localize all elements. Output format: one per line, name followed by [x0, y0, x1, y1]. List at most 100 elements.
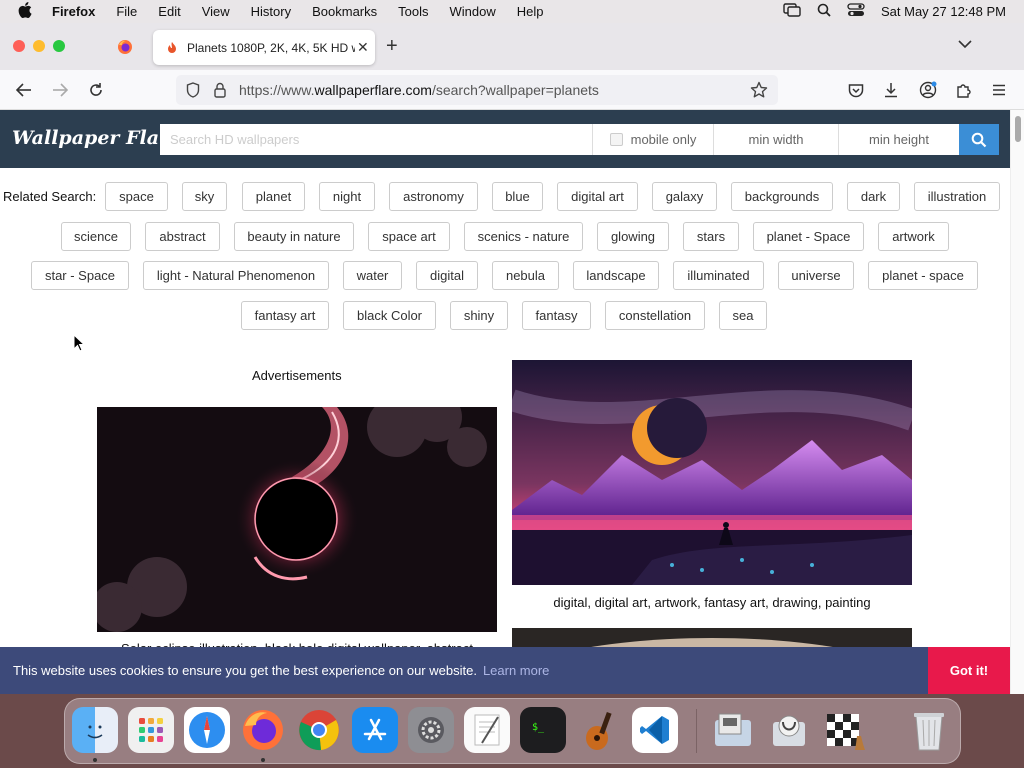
checkbox-icon[interactable]	[609, 133, 623, 146]
tag-sea[interactable]: sea	[719, 301, 767, 330]
tag-water[interactable]: water	[343, 261, 402, 290]
tag-light-natural-phenomenon[interactable]: light - Natural Phenomenon	[143, 261, 329, 290]
tag-star-space[interactable]: star - Space	[31, 261, 129, 290]
vscode-icon[interactable]	[632, 707, 678, 753]
utilities-folder-icon[interactable]	[710, 707, 756, 753]
terminal-icon[interactable]: $_	[520, 707, 566, 753]
tag-blue[interactable]: blue	[492, 182, 543, 211]
tag-space[interactable]: space	[105, 182, 168, 211]
tag-glowing[interactable]: glowing	[597, 222, 669, 251]
min-height-field[interactable]: min height	[838, 124, 959, 155]
tracking-protection-shield-icon[interactable]	[186, 82, 200, 101]
page-scrollbar[interactable]	[1010, 110, 1024, 694]
tag-astronomy[interactable]: astronomy	[389, 182, 478, 211]
tab-list-chevron-icon[interactable]	[958, 37, 972, 52]
tag-illustration[interactable]: illustration	[914, 182, 1000, 211]
tag-digital-art[interactable]: digital art	[557, 182, 638, 211]
trash-icon[interactable]	[906, 707, 952, 753]
menu-edit[interactable]: Edit	[158, 4, 180, 19]
tag-digital[interactable]: digital	[416, 261, 478, 290]
min-width-field[interactable]: min width	[713, 124, 838, 155]
tag-planet[interactable]: planet	[242, 182, 305, 211]
tag-scenics-nature[interactable]: scenics - nature	[464, 222, 583, 251]
menu-history[interactable]: History	[251, 4, 291, 19]
system-preferences-icon[interactable]	[408, 707, 454, 753]
extensions-puzzle-icon[interactable]	[954, 80, 974, 100]
tag-galaxy[interactable]: galaxy	[652, 182, 717, 211]
tag-fantasy[interactable]: fantasy	[522, 301, 591, 330]
wallpaper-thumbnail-fantasy-landscape[interactable]	[512, 360, 912, 585]
hamburger-menu-icon[interactable]	[989, 80, 1009, 100]
spotlight-search-icon[interactable]	[817, 3, 831, 20]
tag-backgrounds[interactable]: backgrounds	[731, 182, 833, 211]
safari-icon[interactable]	[184, 707, 230, 753]
url-text[interactable]: https://www.wallpaperflare.com/search?wa…	[239, 82, 599, 98]
tab-close-icon[interactable]: ✕	[357, 39, 369, 56]
tag-sky[interactable]: sky	[182, 182, 227, 211]
forward-arrow-icon[interactable]	[50, 80, 70, 100]
site-logo[interactable]: Wallpaper Flare	[12, 127, 181, 149]
got-it-button[interactable]: Got it!	[928, 647, 1010, 694]
back-arrow-icon[interactable]	[14, 80, 34, 100]
tag-landscape[interactable]: landscape	[573, 261, 659, 290]
tag-nebula[interactable]: nebula	[492, 261, 559, 290]
downloads-icon[interactable]	[881, 80, 901, 100]
menu-view[interactable]: View	[202, 4, 230, 19]
tag-constellation[interactable]: constellation	[605, 301, 705, 330]
tag-planet-space[interactable]: planet - Space	[753, 222, 864, 251]
tag-universe[interactable]: universe	[778, 261, 854, 290]
menu-help[interactable]: Help	[517, 4, 544, 19]
dock-separator	[696, 709, 697, 753]
tag-illuminated[interactable]: illuminated	[673, 261, 764, 290]
tag-black-color[interactable]: black Color	[343, 301, 436, 330]
tag-shiny[interactable]: shiny	[450, 301, 508, 330]
screen-mirroring-icon[interactable]	[783, 3, 801, 20]
finder-icon[interactable]	[72, 707, 118, 753]
menu-bookmarks[interactable]: Bookmarks	[312, 4, 377, 19]
menu-tools[interactable]: Tools	[398, 4, 428, 19]
bookmark-star-icon[interactable]	[750, 81, 768, 102]
menubar-clock[interactable]: Sat May 27 12:48 PM	[881, 4, 1006, 19]
app-store-icon[interactable]	[352, 707, 398, 753]
chess-icon[interactable]	[822, 707, 868, 753]
search-input[interactable]: Search HD wallpapers	[160, 124, 592, 155]
search-button[interactable]	[959, 124, 999, 155]
tag-planet-space-lower[interactable]: planet - space	[868, 261, 978, 290]
tag-science[interactable]: science	[61, 222, 131, 251]
wallpaper-caption-fantasy-landscape[interactable]: digital, digital art, artwork, fantasy a…	[512, 595, 912, 610]
menu-window[interactable]: Window	[450, 4, 496, 19]
minimize-window-button[interactable]	[33, 40, 45, 52]
firefox-pinned-tab[interactable]	[110, 36, 140, 58]
textedit-icon[interactable]	[464, 707, 510, 753]
tag-abstract[interactable]: abstract	[145, 222, 220, 251]
tag-fantasy-art[interactable]: fantasy art	[241, 301, 329, 330]
account-icon[interactable]	[918, 80, 938, 100]
garageband-icon[interactable]	[576, 707, 622, 753]
scrollbar-thumb[interactable]	[1015, 116, 1021, 142]
mobile-only-checkbox[interactable]: mobile only	[592, 124, 713, 155]
tag-dark[interactable]: dark	[847, 182, 900, 211]
launchpad-icon[interactable]	[128, 707, 174, 753]
chrome-icon[interactable]	[296, 707, 342, 753]
control-center-icon[interactable]	[847, 3, 865, 20]
pocket-icon[interactable]	[846, 80, 866, 100]
close-window-button[interactable]	[13, 40, 25, 52]
menu-file[interactable]: File	[116, 4, 137, 19]
tag-night[interactable]: night	[319, 182, 375, 211]
menu-firefox[interactable]: Firefox	[52, 4, 95, 19]
learn-more-link[interactable]: Learn more	[483, 663, 549, 678]
lock-icon[interactable]	[214, 82, 226, 101]
firefox-dock-icon[interactable]	[240, 707, 286, 753]
wallpaper-thumbnail-black-hole[interactable]	[97, 407, 497, 632]
reload-icon[interactable]	[86, 80, 106, 100]
tag-artwork[interactable]: artwork	[878, 222, 949, 251]
tag-space-art[interactable]: space art	[368, 222, 450, 251]
zoom-window-button[interactable]	[53, 40, 65, 52]
apple-icon[interactable]	[18, 1, 36, 22]
address-bar[interactable]: https://www.wallpaperflare.com/search?wa…	[176, 75, 778, 105]
tag-stars[interactable]: stars	[683, 222, 739, 251]
disk-utility-icon[interactable]	[766, 707, 812, 753]
tag-beauty-in-nature[interactable]: beauty in nature	[234, 222, 354, 251]
new-tab-button[interactable]: +	[386, 35, 398, 58]
tab-active[interactable]: Planets 1080P, 2K, 4K, 5K HD w ✕	[153, 30, 375, 65]
